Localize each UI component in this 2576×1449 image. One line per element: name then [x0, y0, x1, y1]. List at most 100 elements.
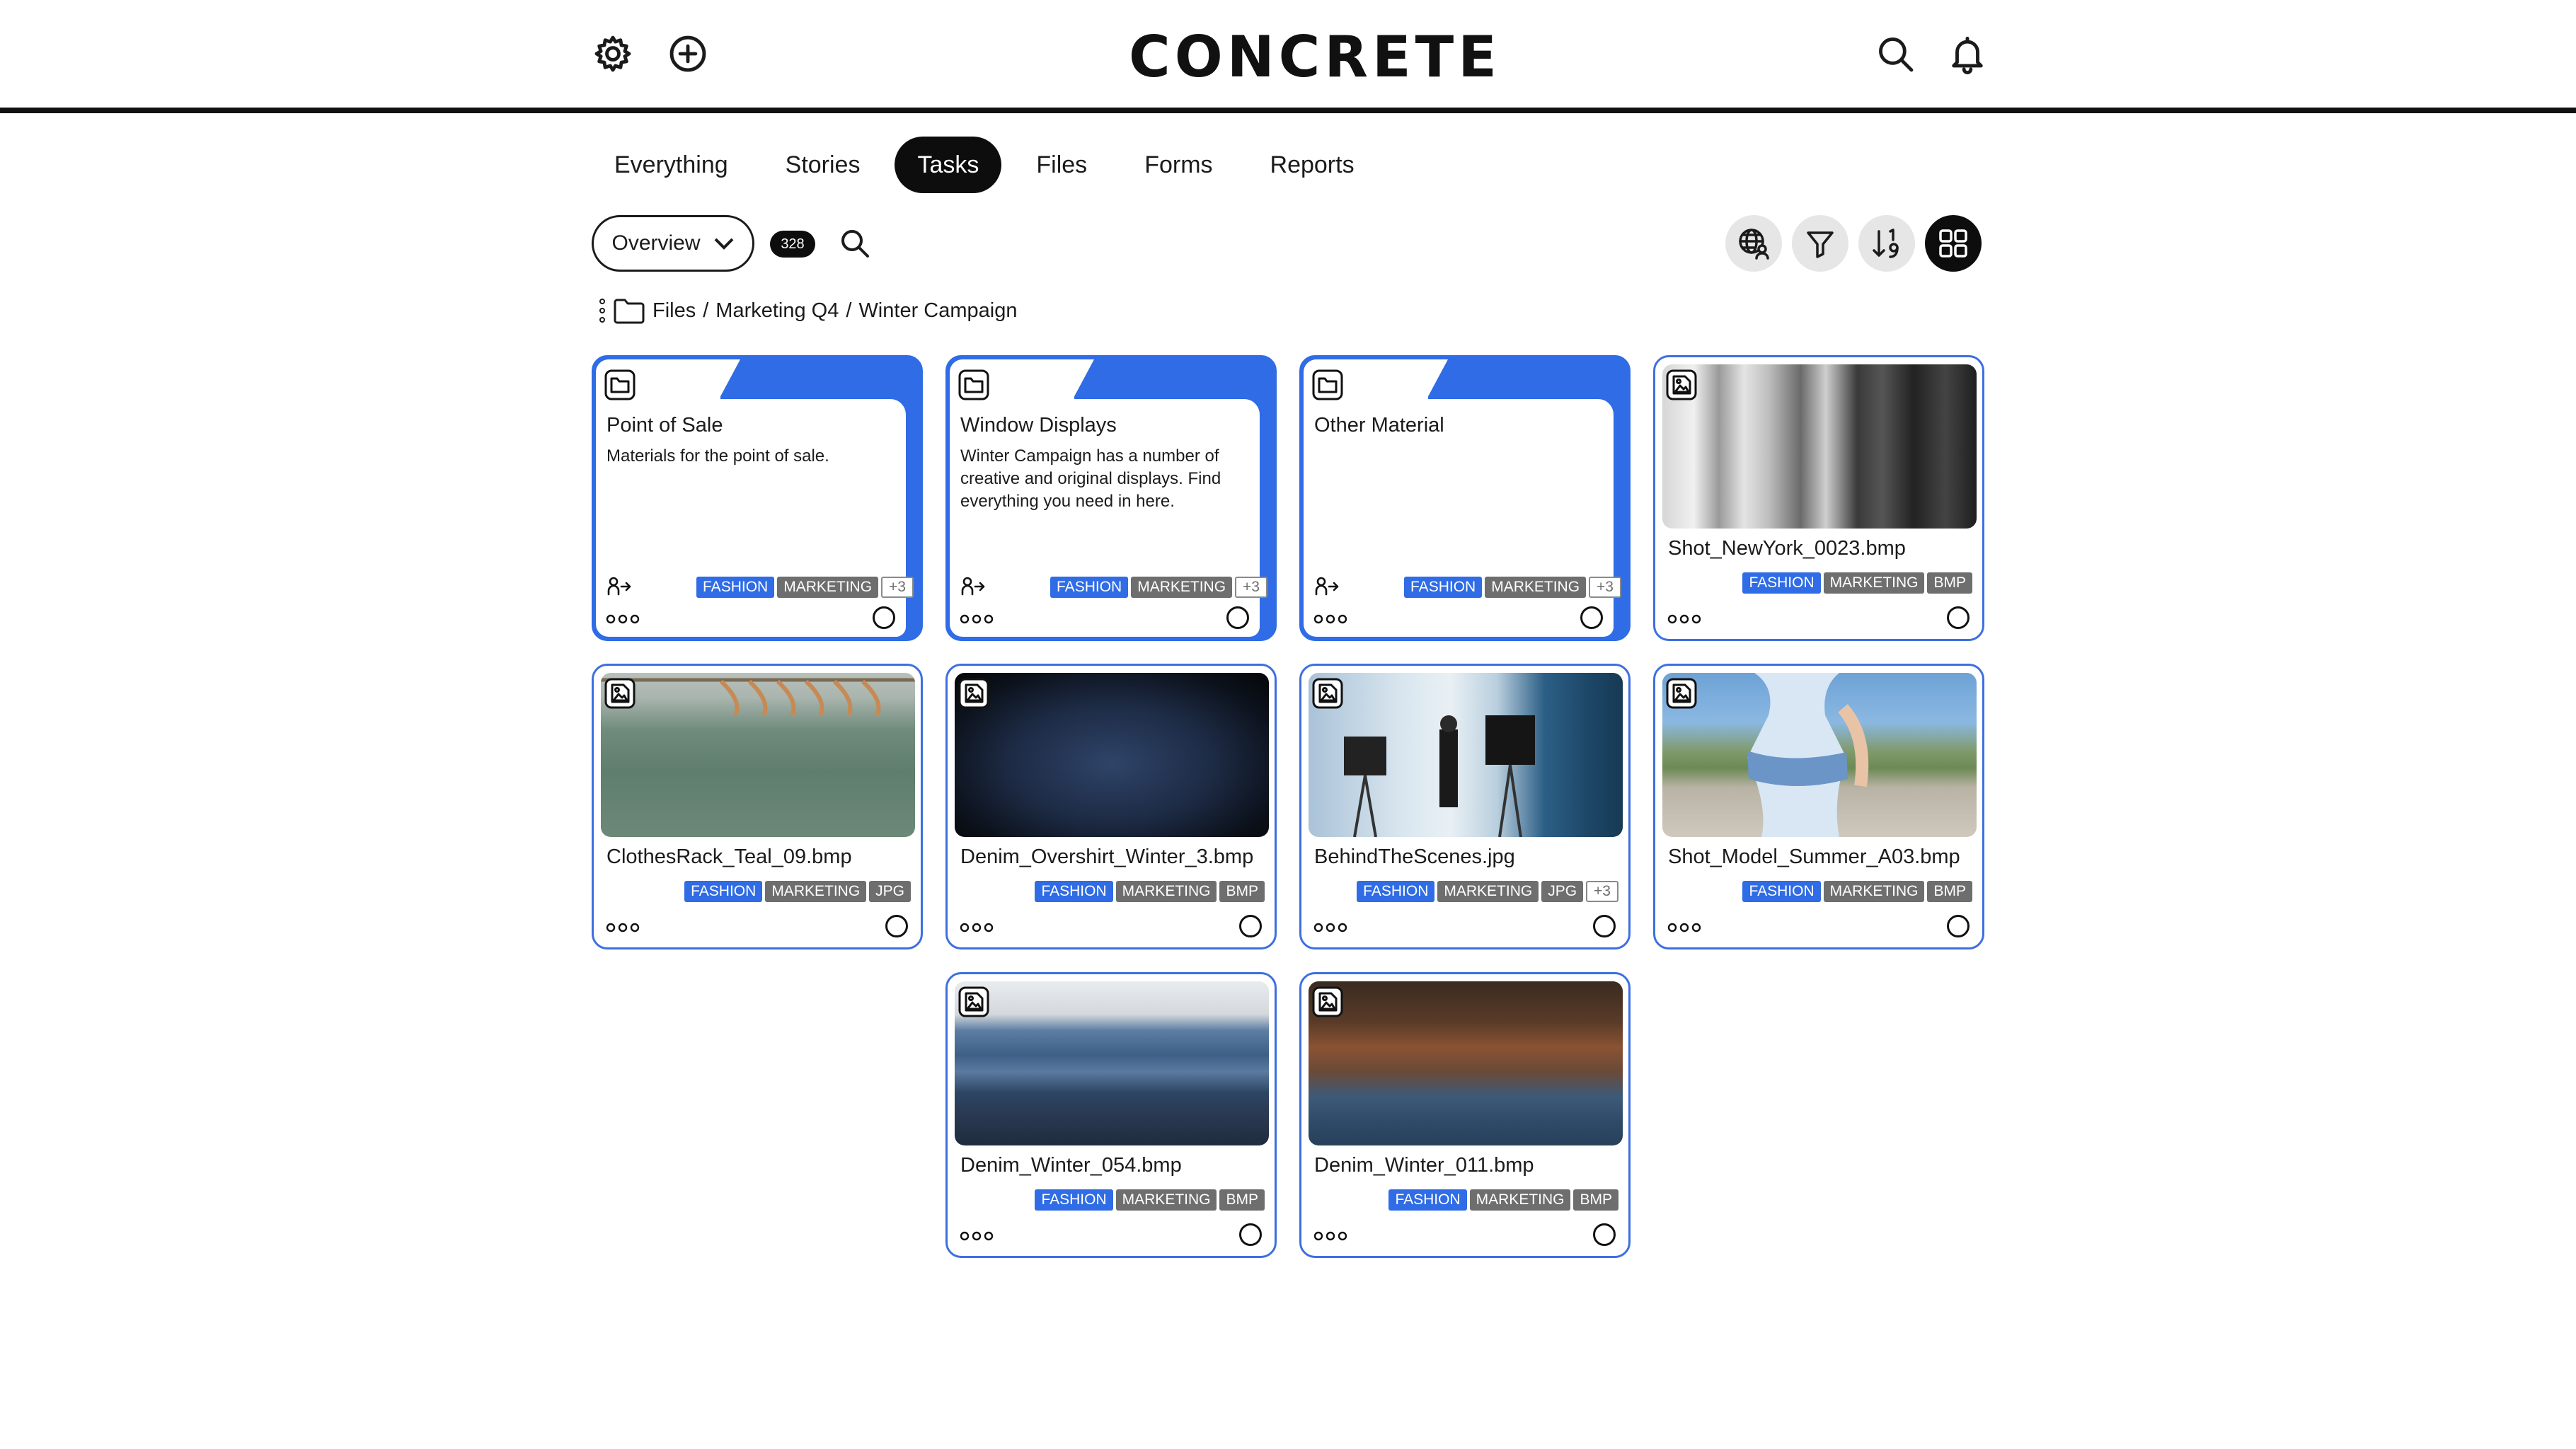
- tag-list: FASHION MARKETING BMP: [1388, 1189, 1618, 1211]
- tag-list: FASHION MARKETING BMP: [1742, 572, 1972, 594]
- breadcrumb-item-marketing[interactable]: Marketing Q4: [715, 299, 839, 323]
- tag[interactable]: MARKETING: [765, 881, 867, 902]
- file-name: Shot_NewYork_0023.bmp: [1668, 537, 1906, 560]
- breadcrumb-item-files[interactable]: Files: [652, 299, 696, 323]
- select-checkbox[interactable]: [885, 915, 908, 937]
- grid-view-icon[interactable]: [1925, 215, 1982, 272]
- file-card[interactable]: Denim_Winter_054.bmp FASHION MARKETING B…: [945, 972, 1277, 1258]
- bell-icon[interactable]: [1945, 31, 1990, 76]
- tag[interactable]: FASHION: [1035, 881, 1113, 902]
- more-options-icon[interactable]: [605, 922, 640, 933]
- select-checkbox[interactable]: [1593, 915, 1616, 937]
- globe-user-icon[interactable]: [1725, 215, 1782, 272]
- tag-list: FASHION MARKETING +3: [696, 577, 914, 598]
- more-options-icon[interactable]: [605, 613, 640, 625]
- more-options-icon[interactable]: [1313, 613, 1348, 625]
- tag[interactable]: FASHION: [1357, 881, 1435, 902]
- tab-stories[interactable]: Stories: [763, 137, 883, 193]
- tag[interactable]: MARKETING: [1115, 1189, 1217, 1211]
- more-options-icon[interactable]: [1313, 1230, 1348, 1242]
- filter-icon[interactable]: [1792, 215, 1848, 272]
- sort-icon[interactable]: [1858, 215, 1915, 272]
- image-file-icon: [604, 677, 636, 710]
- select-checkbox[interactable]: [1226, 606, 1249, 629]
- tag[interactable]: FASHION: [1388, 1189, 1467, 1211]
- folder-card[interactable]: Other Material FASHION MARKETING +3: [1299, 355, 1631, 641]
- more-options-icon[interactable]: [959, 1230, 994, 1242]
- more-tags-badge[interactable]: +3: [1589, 577, 1621, 598]
- tag[interactable]: FASHION: [1404, 577, 1483, 598]
- tab-tasks[interactable]: Tasks: [895, 137, 1002, 193]
- folder-icon: [604, 369, 636, 401]
- shared-users-icon: [606, 575, 632, 598]
- tag[interactable]: MARKETING: [1437, 881, 1539, 902]
- top-header: CONCRETE: [0, 0, 2576, 113]
- shared-users-icon: [960, 575, 986, 598]
- tag[interactable]: MARKETING: [1131, 577, 1233, 598]
- tag[interactable]: FASHION: [684, 881, 763, 902]
- file-card[interactable]: Shot_Model_Summer_A03.bmp FASHION MARKET…: [1653, 664, 1984, 949]
- select-checkbox[interactable]: [1947, 915, 1970, 937]
- tag[interactable]: MARKETING: [1115, 881, 1217, 902]
- tag[interactable]: FASHION: [1035, 1189, 1113, 1211]
- tag[interactable]: BMP: [1219, 1189, 1265, 1211]
- more-tags-badge[interactable]: +3: [881, 577, 914, 598]
- more-tags-badge[interactable]: +3: [1235, 577, 1267, 598]
- tag-list: FASHION MARKETING BMP: [1035, 881, 1265, 902]
- tab-forms[interactable]: Forms: [1122, 137, 1235, 193]
- select-checkbox[interactable]: [1239, 915, 1262, 937]
- select-checkbox[interactable]: [1593, 1223, 1616, 1246]
- file-name: Shot_Model_Summer_A03.bmp: [1668, 845, 1960, 868]
- file-card[interactable]: Denim_Winter_011.bmp FASHION MARKETING B…: [1299, 972, 1631, 1258]
- image-file-icon: [958, 677, 990, 710]
- more-options-icon[interactable]: [1313, 922, 1348, 933]
- select-checkbox[interactable]: [1580, 606, 1603, 629]
- tag[interactable]: FASHION: [696, 577, 775, 598]
- file-card[interactable]: Denim_Overshirt_Winter_3.bmp FASHION MAR…: [945, 664, 1277, 949]
- select-checkbox[interactable]: [873, 606, 895, 629]
- tag[interactable]: MARKETING: [1823, 881, 1925, 902]
- search-icon[interactable]: [1873, 31, 1918, 76]
- tag[interactable]: JPG: [869, 881, 911, 902]
- toolbar-search-icon[interactable]: [838, 226, 872, 260]
- tag[interactable]: BMP: [1573, 1189, 1618, 1211]
- file-card[interactable]: ClothesRack_Teal_09.bmp FASHION MARKETIN…: [592, 664, 923, 949]
- more-options-icon[interactable]: [959, 922, 994, 933]
- app-logo: CONCRETE: [1129, 24, 1501, 90]
- gear-icon[interactable]: [590, 31, 636, 76]
- tag[interactable]: FASHION: [1050, 577, 1129, 598]
- tag[interactable]: MARKETING: [1823, 572, 1925, 594]
- tag[interactable]: BMP: [1219, 881, 1265, 902]
- tag[interactable]: FASHION: [1742, 572, 1821, 594]
- folder-card[interactable]: Window Displays Winter Campaign has a nu…: [945, 355, 1277, 641]
- image-file-icon: [1665, 369, 1698, 401]
- tag[interactable]: MARKETING: [1485, 577, 1587, 598]
- shared-users-icon: [1314, 575, 1340, 598]
- more-vertical-icon[interactable]: [599, 296, 606, 325]
- more-options-icon[interactable]: [1667, 922, 1702, 933]
- view-select-dropdown[interactable]: Overview: [592, 215, 754, 272]
- tag[interactable]: BMP: [1927, 881, 1972, 902]
- tag[interactable]: BMP: [1927, 572, 1972, 594]
- tab-reports[interactable]: Reports: [1248, 137, 1377, 193]
- tag-list: FASHION MARKETING JPG +3: [1357, 881, 1618, 902]
- plus-circle-icon[interactable]: [665, 31, 711, 76]
- tag[interactable]: FASHION: [1742, 881, 1821, 902]
- folder-icon: [613, 296, 645, 325]
- tag[interactable]: MARKETING: [777, 577, 879, 598]
- tag[interactable]: JPG: [1541, 881, 1584, 902]
- tab-everything[interactable]: Everything: [592, 137, 751, 193]
- tag-list: FASHION MARKETING BMP: [1742, 881, 1972, 902]
- tag[interactable]: MARKETING: [1469, 1189, 1571, 1211]
- folder-description: Materials for the point of sale.: [606, 446, 829, 466]
- more-options-icon[interactable]: [1667, 613, 1702, 625]
- select-checkbox[interactable]: [1239, 1223, 1262, 1246]
- select-checkbox[interactable]: [1947, 606, 1970, 629]
- more-options-icon[interactable]: [959, 613, 994, 625]
- file-card[interactable]: BehindTheScenes.jpg FASHION MARKETING JP…: [1299, 664, 1631, 949]
- view-select-label: Overview: [611, 231, 701, 255]
- folder-card[interactable]: Point of Sale Materials for the point of…: [592, 355, 923, 641]
- tab-files[interactable]: Files: [1013, 137, 1110, 193]
- more-tags-badge[interactable]: +3: [1586, 881, 1618, 902]
- file-card[interactable]: Shot_NewYork_0023.bmp FASHION MARKETING …: [1653, 355, 1984, 641]
